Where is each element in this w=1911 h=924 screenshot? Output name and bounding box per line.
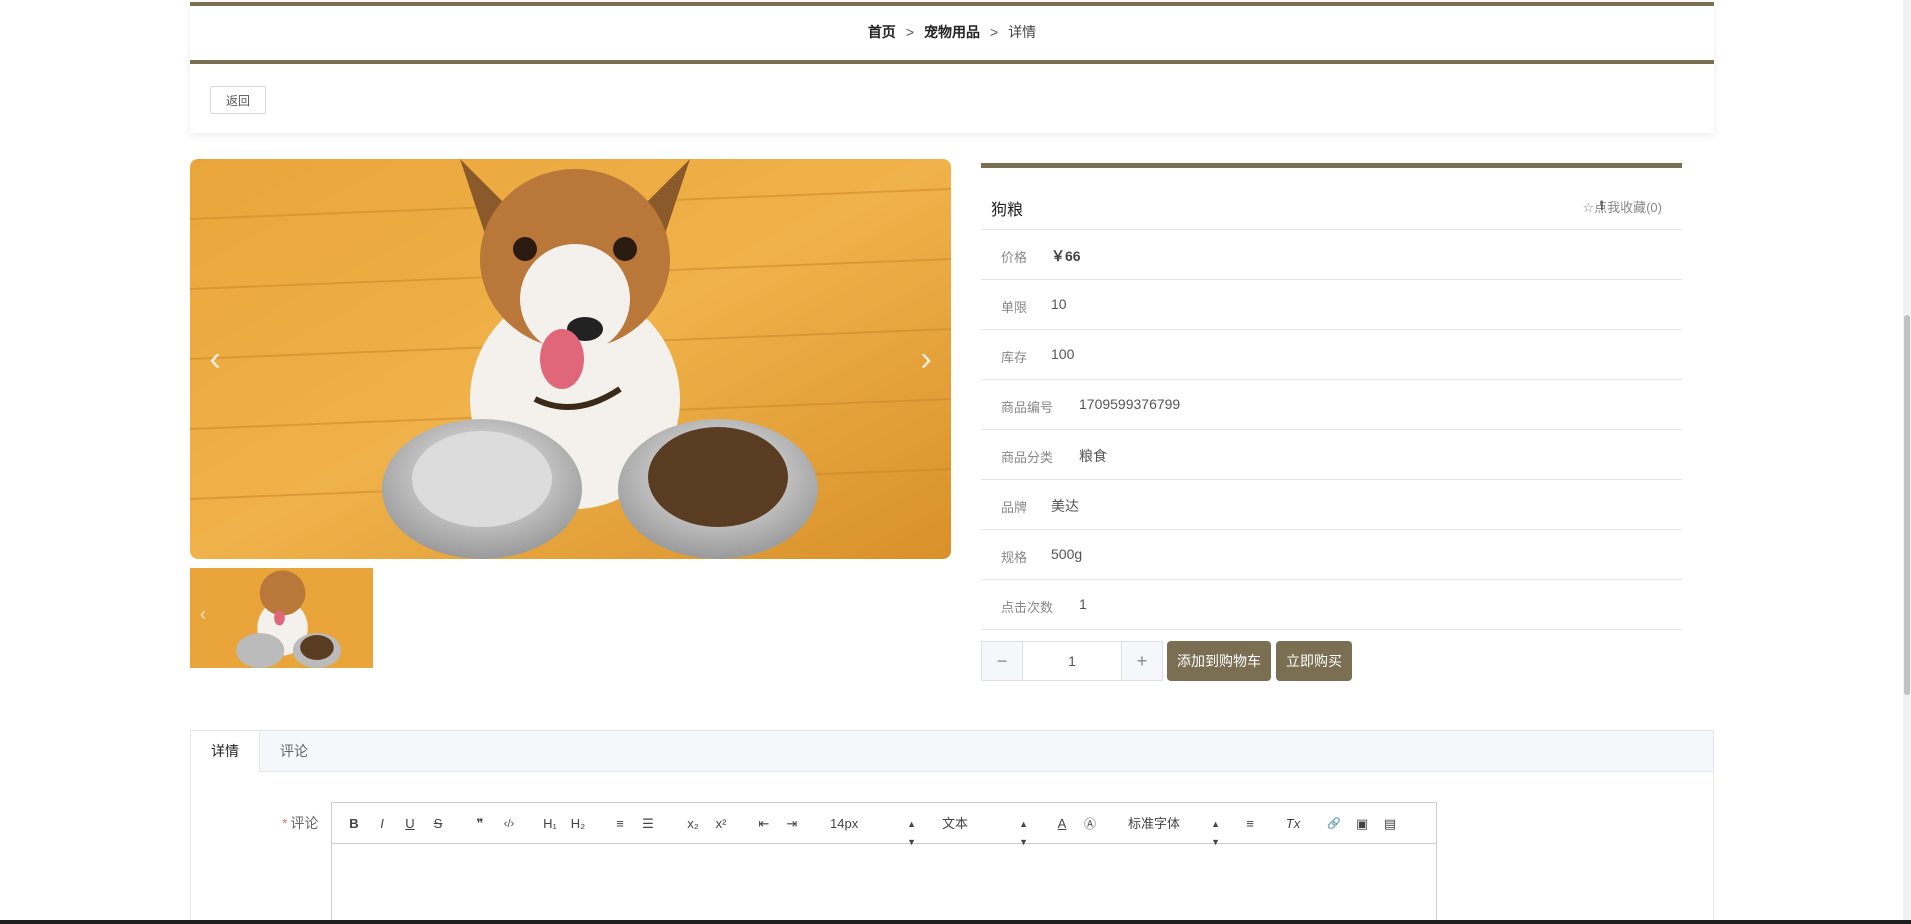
info-value: 100: [1051, 346, 1075, 362]
align-icon[interactable]: ≡: [1242, 815, 1258, 833]
add-to-cart-button[interactable]: 添加到购物车: [1167, 641, 1271, 681]
header-2-icon[interactable]: H₂: [568, 815, 588, 833]
outdent-icon[interactable]: ⇤: [756, 815, 772, 833]
info-value: 粮食: [1079, 448, 1107, 464]
product-title: 狗粮: [991, 202, 1024, 219]
background-color-icon[interactable]: Ⓐ: [1082, 815, 1098, 833]
breadcrumb-current: 详情: [1008, 24, 1037, 40]
info-row-spec: 规格 500g: [981, 530, 1682, 580]
info-label: 点击次数: [1001, 600, 1054, 615]
product-image-carousel[interactable]: ‹ ›: [190, 159, 951, 559]
tab-comments[interactable]: 评论: [260, 731, 328, 772]
decrease-button[interactable]: −: [981, 641, 1023, 681]
image-icon[interactable]: ▣: [1354, 815, 1370, 833]
accent-bar: [190, 2, 1714, 6]
subscript-icon[interactable]: x₂: [684, 815, 702, 833]
info-row-limit: 单限 10: [981, 280, 1682, 330]
carousel-next-icon[interactable]: ›: [911, 339, 941, 379]
superscript-icon[interactable]: x²: [712, 815, 730, 833]
info-label: 库存: [1001, 350, 1028, 365]
quantity-stepper: − 1 +: [981, 641, 1163, 681]
comment-editor: B I U S ❞ ‹/› H₁ H₂ ≡ ☰ x₂ x² ⇤ ⇥ 14px ▲ ▼…: [331, 802, 1437, 924]
header-1-icon[interactable]: H₁: [540, 815, 560, 833]
font-size-select[interactable]: 14px ▲ ▼: [830, 815, 916, 847]
select-caret-icon: ▲ ▼: [907, 819, 916, 847]
accent-bar: [190, 60, 1714, 64]
ordered-list-icon[interactable]: ≡: [612, 815, 628, 833]
code-block-icon[interactable]: ‹/›: [498, 815, 520, 833]
bold-icon[interactable]: B: [346, 815, 362, 833]
info-label: 单限: [1001, 300, 1028, 315]
info-value: 10: [1051, 296, 1067, 312]
underline-icon[interactable]: U: [402, 815, 418, 833]
tab-details[interactable]: 详情: [191, 731, 260, 772]
breadcrumb-separator: >: [990, 24, 999, 40]
info-row-category: 商品分类 粮食: [981, 430, 1682, 480]
carousel-prev-icon[interactable]: ‹: [200, 339, 230, 379]
info-value: 500g: [1051, 546, 1083, 562]
info-row-sku: 商品编号 1709599376799: [981, 380, 1682, 430]
thumbnail-image: [190, 568, 373, 668]
info-label: 价格: [1001, 250, 1028, 265]
quantity-input[interactable]: 1: [1023, 641, 1121, 681]
font-family-value: 标准字体: [1128, 816, 1181, 831]
info-label: 商品分类: [1001, 450, 1054, 465]
info-label: 品牌: [1001, 500, 1028, 515]
favorite-button[interactable]: ☆点我收藏(0): [1582, 197, 1662, 216]
breadcrumb-home[interactable]: 首页: [868, 24, 896, 40]
info-label: 商品编号: [1001, 400, 1054, 415]
back-button[interactable]: 返回: [210, 86, 266, 114]
header-panel: 首页 > 宠物用品 > 详情 返回: [190, 2, 1714, 133]
font-size-value: 14px: [830, 816, 859, 831]
info-row-clicks: 点击次数 1: [981, 580, 1682, 630]
clear-format-icon[interactable]: Tx: [1284, 815, 1302, 833]
comment-label: * 评论: [282, 813, 318, 833]
scrollbar-thumb[interactable]: [1904, 315, 1910, 695]
product-info: 狗粮 ☆点我收藏(0) 价格 ￥66 单限 10 库存 100 商品编号 170…: [981, 163, 1682, 630]
tabs-header: 详情 评论: [191, 731, 1713, 772]
font-family-select[interactable]: 标准字体 ▲ ▼: [1128, 815, 1220, 847]
taskbar: [0, 920, 1911, 924]
bullet-list-icon[interactable]: ☰: [640, 815, 656, 833]
info-label: 规格: [1001, 550, 1028, 565]
breadcrumb-category[interactable]: 宠物用品: [924, 24, 980, 40]
breadcrumb-separator: >: [905, 24, 914, 40]
italic-icon[interactable]: I: [374, 815, 390, 833]
buy-now-button[interactable]: 立即购买: [1276, 641, 1352, 681]
thumbnail-prev-icon[interactable]: ‹: [200, 604, 206, 625]
editor-content[interactable]: [332, 844, 1436, 924]
header-select[interactable]: 文本 ▲ ▼: [942, 815, 1028, 847]
text-cursor-icon: I: [1600, 197, 1604, 213]
editor-toolbar: B I U S ❞ ‹/› H₁ H₂ ≡ ☰ x₂ x² ⇤ ⇥ 14px ▲ ▼…: [332, 803, 1436, 847]
header-value: 文本: [942, 816, 969, 831]
info-row-price: 价格 ￥66: [981, 230, 1682, 280]
info-value: 美达: [1051, 498, 1079, 514]
info-row-stock: 库存 100: [981, 330, 1682, 380]
info-row-brand: 品牌 美达: [981, 480, 1682, 530]
required-mark: *: [282, 815, 288, 831]
breadcrumb: 首页 > 宠物用品 > 详情: [190, 22, 1714, 42]
text-color-icon[interactable]: A: [1054, 815, 1070, 833]
comment-label-text: 评论: [290, 815, 319, 831]
video-icon[interactable]: ▤: [1382, 815, 1398, 833]
price-value: ￥66: [1051, 248, 1081, 264]
product-thumbnail[interactable]: ‹: [190, 568, 373, 668]
select-caret-icon: ▲ ▼: [1211, 819, 1220, 847]
info-value: 1: [1079, 596, 1087, 612]
link-icon[interactable]: 🔗: [1326, 815, 1342, 833]
increase-button[interactable]: +: [1121, 641, 1163, 681]
select-caret-icon: ▲ ▼: [1019, 819, 1028, 847]
info-value: 1709599376799: [1079, 396, 1181, 412]
strike-icon[interactable]: S: [430, 815, 446, 833]
product-image: [190, 159, 951, 559]
blockquote-icon[interactable]: ❞: [472, 815, 488, 833]
title-row: 狗粮 ☆点我收藏(0): [981, 168, 1682, 230]
page-scrollbar[interactable]: [1903, 0, 1911, 924]
indent-icon[interactable]: ⇥: [784, 815, 800, 833]
